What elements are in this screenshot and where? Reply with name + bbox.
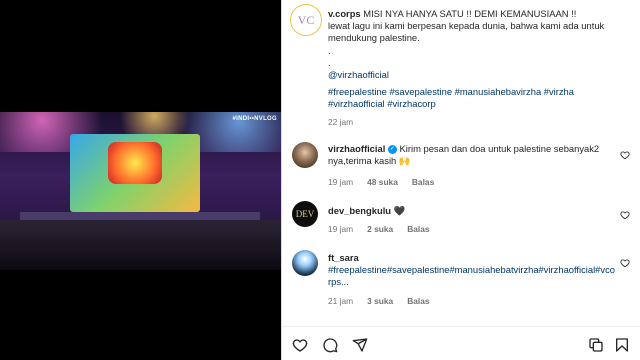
verified-badge-icon: ✓ [387, 145, 397, 155]
comment-1: virzhaofficial ✓ Kirim pesan dan doa unt… [328, 143, 616, 167]
comment-3-likes[interactable]: 3 suka [367, 296, 393, 306]
comment-3: ft_sara #freepalestine#savepalestine#man… [328, 252, 616, 289]
caption-dot2: . [328, 56, 331, 68]
caption-hashtags[interactable]: #freepalestine #savepalestine #manusiahe… [328, 86, 574, 109]
comment-1-reply[interactable]: Balas [412, 177, 434, 187]
caption-line1: MISI NYA HANYA SATU !! DEMI KEMANUSIAAN … [363, 8, 577, 19]
caption-hashtags-block: #freepalestine #savepalestine #manusiahe… [328, 86, 626, 110]
comment-avatar-dev-bengkulu[interactable]: DEV [292, 201, 318, 227]
comment-3-heart-icon[interactable] [620, 258, 630, 268]
author-avatar-text: VC [297, 12, 315, 27]
comment-2-text: 🖤 [393, 205, 406, 216]
comment-2: dev_bengkulu 🖤 [328, 205, 616, 217]
post-media[interactable]: #INDI••NVLOG [0, 0, 281, 360]
post-time[interactable]: 22 jam [328, 116, 626, 128]
comment-2-time[interactable]: 19 jam [328, 224, 353, 234]
comment-3-user[interactable]: ft_sara [328, 252, 359, 263]
post-panel: VC v.corps MISI NYA HANYA SATU !! DEMI K… [282, 0, 640, 360]
caption-dot1: . [328, 44, 331, 56]
comment-3-meta: 21 jam 3 suka Balas [328, 296, 430, 306]
copy-icon[interactable] [588, 337, 604, 353]
comment-1-meta: 19 jam 48 suka Balas [328, 177, 434, 187]
heart-icon[interactable] [292, 337, 308, 353]
event-logo [108, 142, 162, 184]
comment-1-likes[interactable]: 48 suka [367, 177, 398, 187]
caption-mention[interactable]: @virzhaofficial [328, 69, 389, 80]
video-frame[interactable]: #INDI••NVLOG [0, 112, 281, 270]
author-avatar[interactable]: VC [290, 4, 322, 36]
comment-3-text[interactable]: #freepalestine#savepalestine#manusiaheba… [328, 264, 615, 287]
comment-2-reply[interactable]: Balas [407, 224, 429, 234]
comment-2-meta: 19 jam 2 suka Balas [328, 224, 430, 234]
post-caption: v.corps MISI NYA HANYA SATU !! DEMI KEMA… [328, 8, 626, 81]
share-icon[interactable] [352, 337, 368, 353]
comment-avatar-virzhaofficial[interactable] [292, 142, 318, 168]
comment-icon[interactable] [322, 337, 338, 353]
post-actions-bar [282, 326, 640, 360]
comment-2-user[interactable]: dev_bengkulu [328, 205, 391, 216]
bookmark-icon[interactable] [614, 337, 630, 353]
comment-2-likes[interactable]: 2 suka [367, 224, 393, 234]
comment-3-time[interactable]: 21 jam [328, 296, 353, 306]
caption-line2: lewat lagu ini kami berpesan kepada duni… [328, 20, 605, 44]
author-username[interactable]: v.corps [328, 8, 361, 19]
comment-3-reply[interactable]: Balas [407, 296, 429, 306]
comment-1-user[interactable]: virzhaofficial [328, 143, 385, 154]
comment-1-heart-icon[interactable] [620, 150, 630, 160]
video-overlay-tag: #INDI••NVLOG [232, 116, 277, 122]
dev-avatar-text: DEV [295, 209, 315, 219]
crowd [0, 220, 281, 270]
comment-2-heart-icon[interactable] [620, 210, 630, 220]
stage-screen [70, 134, 200, 212]
comment-1-time[interactable]: 19 jam [328, 177, 353, 187]
comment-avatar-ft-sara[interactable] [292, 250, 318, 276]
